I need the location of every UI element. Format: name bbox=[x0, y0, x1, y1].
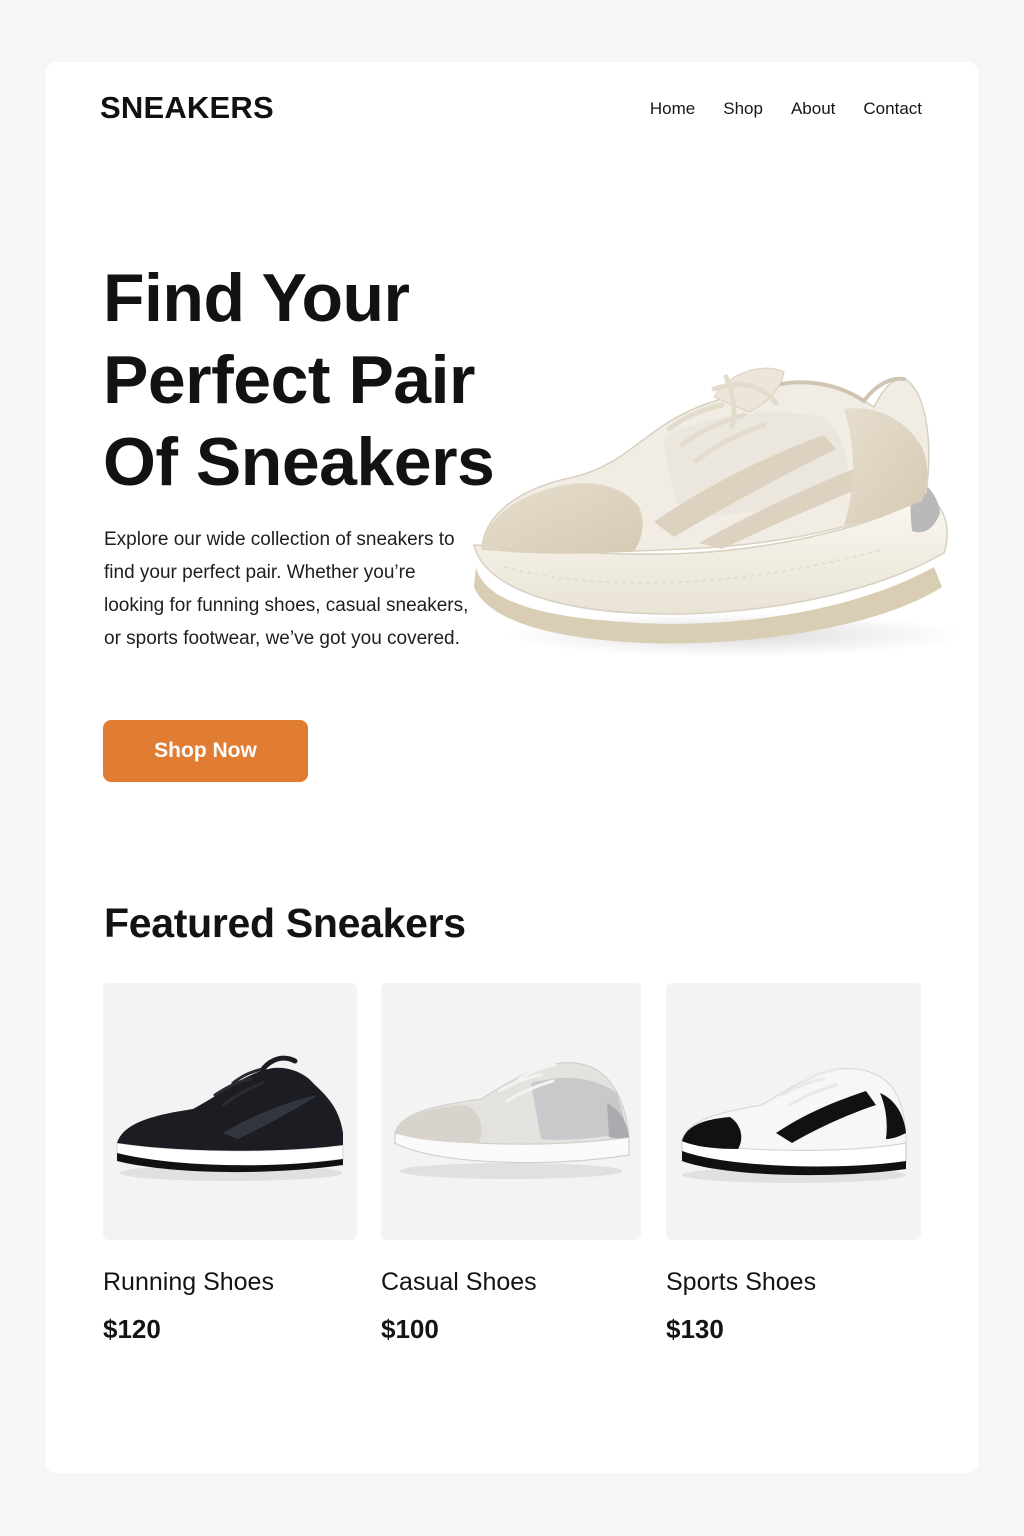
site-logo[interactable]: SNEAKERS bbox=[100, 90, 274, 126]
sports-shoe-image bbox=[666, 983, 921, 1240]
product-price: $130 bbox=[666, 1314, 724, 1344]
product-card-running-shoes[interactable]: Running Shoes $120 bbox=[103, 983, 357, 1345]
main-nav: Home Shop About Contact bbox=[650, 99, 922, 119]
product-name: Sports Shoes bbox=[666, 1268, 817, 1296]
running-shoe-image bbox=[103, 983, 357, 1240]
product-name: Running Shoes bbox=[103, 1268, 274, 1296]
hero-title-line-3: Of Sneakers bbox=[103, 424, 495, 500]
nav-home-link[interactable]: Home bbox=[650, 99, 695, 119]
featured-section-title: Featured Sneakers bbox=[104, 900, 466, 946]
hero-title-line-1: Find Your bbox=[103, 260, 410, 336]
hero-description: Explore our wide collection of sneakers … bbox=[104, 529, 469, 649]
nav-shop-link[interactable]: Shop bbox=[723, 99, 763, 119]
shop-now-button[interactable]: Shop Now bbox=[103, 720, 308, 782]
nav-about-link[interactable]: About bbox=[791, 99, 835, 119]
nav-contact-link[interactable]: Contact bbox=[863, 99, 922, 119]
casual-shoe-image bbox=[381, 983, 641, 1240]
product-card-sports-shoes[interactable]: Sports Shoes $130 bbox=[666, 983, 921, 1345]
hero-title: Find Your Perfect Pair Of Sneakers bbox=[103, 257, 495, 503]
product-price: $120 bbox=[103, 1314, 161, 1344]
product-price: $100 bbox=[381, 1314, 439, 1344]
page-card: SNEAKERS Home Shop About Contact Find Yo… bbox=[46, 62, 978, 1473]
hero-title-line-2: Perfect Pair bbox=[103, 342, 475, 418]
product-card-casual-shoes[interactable]: Casual Shoes $100 bbox=[381, 983, 641, 1345]
product-name: Casual Shoes bbox=[381, 1268, 537, 1296]
hero-sneaker-image bbox=[473, 367, 964, 657]
